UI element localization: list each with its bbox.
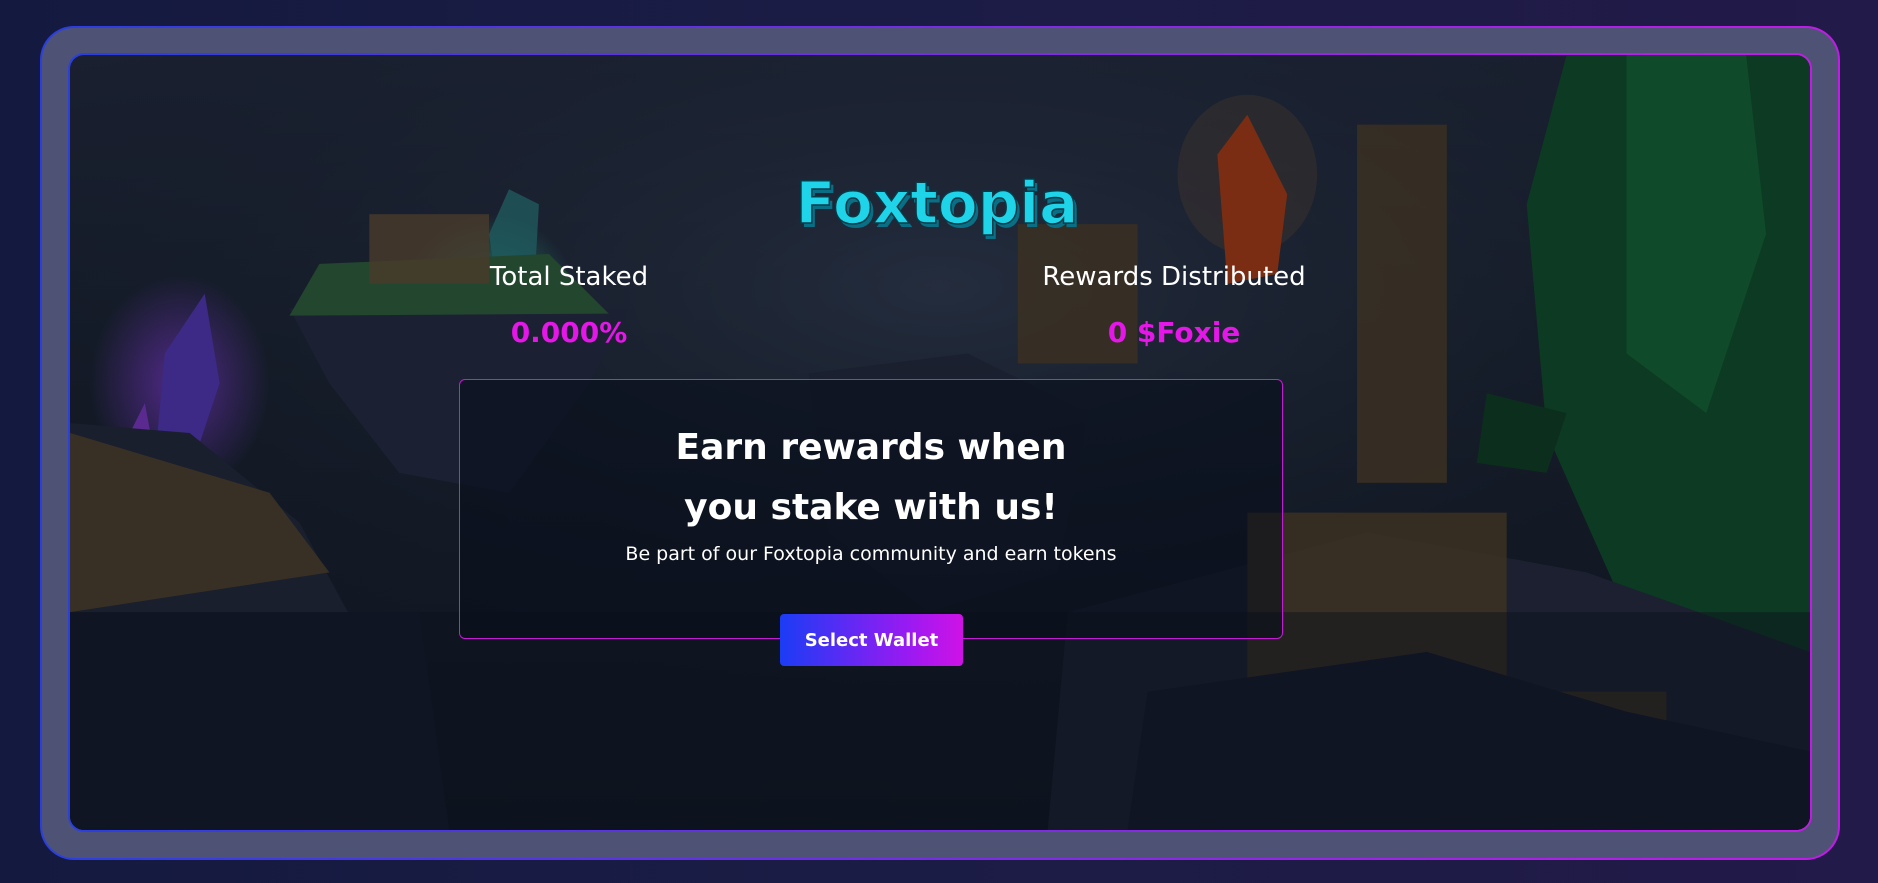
total-staked-stat: Total Staked 0.000% (459, 262, 679, 349)
stake-card: Earn rewards when you stake with us! Be … (459, 379, 1283, 639)
rewards-distributed-value: 0 $Foxie (1107, 316, 1241, 349)
card-heading: Earn rewards when you stake with us! (675, 427, 1067, 528)
logo-wordmark: Foxtopia Foxtopia (795, 173, 1081, 241)
select-wallet-button[interactable]: Select Wallet (780, 614, 963, 666)
rewards-distributed-label: Rewards Distributed (1042, 262, 1306, 292)
total-staked-label: Total Staked (489, 262, 649, 292)
card-subtitle: Be part of our Foxtopia community and ea… (625, 543, 1117, 565)
foxtopia-logo: Foxtopia Foxtopia (70, 173, 1810, 247)
rewards-distributed-stat: Rewards Distributed 0 $Foxie (1014, 262, 1334, 349)
logo-text: Foxtopia (796, 173, 1079, 237)
total-staked-value: 0.000% (510, 316, 628, 349)
